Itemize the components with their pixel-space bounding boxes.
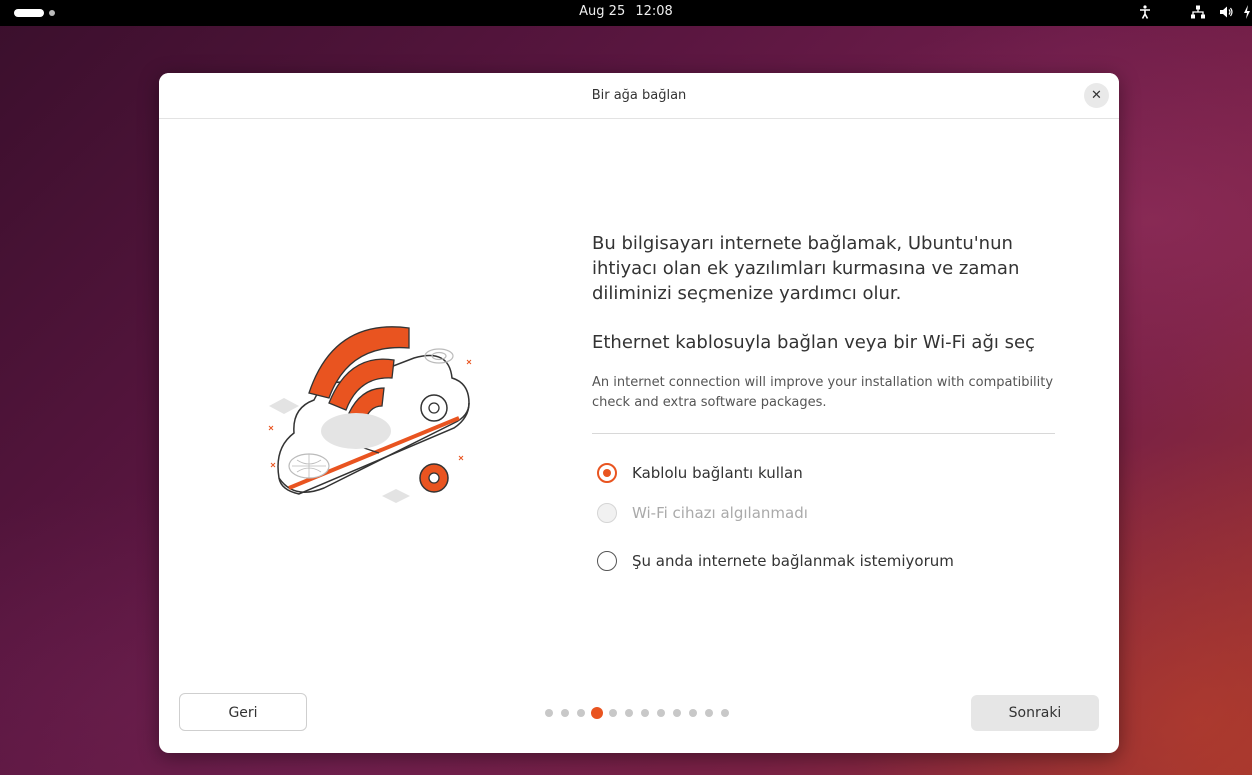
volume-icon[interactable]	[1218, 4, 1234, 22]
top-bar: Aug 25 12:08	[0, 0, 1252, 26]
connection-note: An internet connection will improve your…	[592, 375, 1054, 410]
close-button[interactable]: ✕	[1084, 83, 1109, 108]
diamond-bottom	[382, 489, 410, 503]
back-button[interactable]: Geri	[179, 693, 307, 731]
intro-text: Bu bilgisayarı internete bağlamak, Ubunt…	[592, 233, 1020, 304]
pager-dot	[561, 709, 569, 717]
step-pager	[545, 707, 737, 719]
content-divider	[592, 433, 1055, 434]
pager-dot	[577, 709, 585, 717]
diamond-left	[269, 398, 299, 414]
pager-dot	[625, 709, 633, 717]
pager-dot	[721, 709, 729, 717]
connect-subheading: Ethernet kablosuyla bağlan veya bir Wi-F…	[592, 332, 1035, 353]
dialog-header: Bir ağa bağlan ✕	[159, 73, 1119, 119]
dialog-content: Bu bilgisayarı internete bağlamak, Ubunt…	[592, 231, 1062, 434]
option-no-connection-label: Şu anda internete bağlanmak istemiyorum	[632, 552, 954, 570]
pager-dot	[657, 709, 665, 717]
option-wifi-label: Wi-Fi cihazı algılanmadı	[632, 504, 808, 522]
clock-time: 12:08	[635, 4, 673, 19]
radio-wifi	[597, 503, 617, 523]
network-illustration	[268, 326, 472, 503]
pager-dot	[545, 709, 553, 717]
pager-dot	[609, 709, 617, 717]
clock[interactable]: Aug 25 12:08	[0, 4, 1252, 19]
option-wired-label: Kablolu bağlantı kullan	[632, 464, 803, 482]
radio-no-connection[interactable]	[597, 551, 617, 571]
option-wifi: Wi-Fi cihazı algılanmadı	[597, 502, 808, 524]
pager-dot-active	[591, 707, 603, 719]
radio-wired[interactable]	[597, 463, 617, 483]
option-wired[interactable]: Kablolu bağlantı kullan	[597, 462, 803, 484]
pager-dot	[673, 709, 681, 717]
power-icon[interactable]	[1242, 4, 1252, 22]
connect-network-dialog: Bir ağa bağlan ✕ Bu bilgisayarı internet…	[159, 73, 1119, 753]
option-no-connection[interactable]: Şu anda internete bağlanmak istemiyorum	[597, 550, 954, 572]
dialog-title: Bir ağa bağlan	[591, 88, 687, 103]
cloud-panel	[321, 413, 391, 449]
accessibility-icon[interactable]	[1137, 4, 1153, 22]
pager-dot	[641, 709, 649, 717]
network-icon[interactable]	[1190, 4, 1206, 22]
clock-date: Aug 25	[579, 4, 626, 19]
next-button[interactable]: Sonraki	[971, 695, 1099, 731]
pager-dot	[689, 709, 697, 717]
pager-dot	[705, 709, 713, 717]
